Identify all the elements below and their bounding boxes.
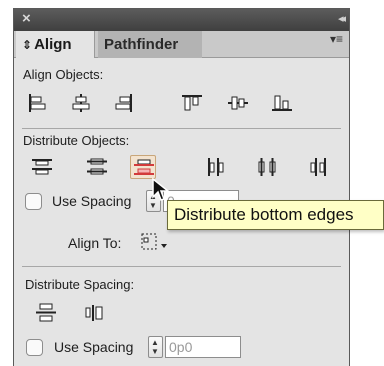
stepper-down-icon[interactable]: ▼ <box>151 348 159 356</box>
distribute-top-edges-icon[interactable] <box>29 155 55 179</box>
align-to-label: Align To: <box>68 235 122 251</box>
distribute-horizontal-centers-icon[interactable] <box>254 155 280 179</box>
align-top-edges-icon[interactable] <box>179 91 205 115</box>
tooltip: Distribute bottom edges <box>167 200 384 230</box>
tab-pathfinder[interactable]: Pathfinder <box>98 31 202 58</box>
distribute-left-edges-icon[interactable] <box>203 155 229 179</box>
use-spacing-label: Use Spacing <box>52 193 132 209</box>
use-spacing-checkbox-2[interactable] <box>26 339 43 356</box>
distribute-horizontal-space-icon[interactable] <box>82 301 108 325</box>
align-to-selection-dropdown[interactable] <box>139 230 173 254</box>
align-panel: × ◂◂ ⇕ Align Pathfinder ▾≡ Align Objects: <box>13 8 350 366</box>
align-objects-title: Align Objects: <box>23 67 104 82</box>
align-objects-row <box>14 91 349 115</box>
section-divider <box>22 266 341 267</box>
spacing-stepper-2[interactable]: ▲ ▼ <box>148 336 163 358</box>
align-to-selection-icon <box>141 233 167 250</box>
panel-titlebar: × ◂◂ <box>14 9 349 31</box>
distribute-bottom-edges-icon[interactable] <box>130 155 156 179</box>
section-divider <box>22 128 341 129</box>
tab-align-label: Align <box>34 36 72 53</box>
distribute-vertical-space-icon[interactable] <box>33 301 59 325</box>
distribute-spacing-row <box>14 301 349 325</box>
collapse-icon[interactable]: ◂◂ <box>338 12 346 25</box>
tab-row: ⇕ Align Pathfinder ▾≡ <box>14 31 349 58</box>
stepper-up-icon[interactable]: ▲ <box>151 339 159 347</box>
distribute-objects-row <box>14 155 349 179</box>
distribute-spacing-title: Distribute Spacing: <box>25 277 135 292</box>
tab-stepper-icon: ⇕ <box>22 38 33 52</box>
use-spacing-checkbox[interactable] <box>25 193 42 210</box>
tab-align[interactable]: ⇕ Align <box>16 31 95 58</box>
tab-pathfinder-label: Pathfinder <box>104 36 179 53</box>
use-spacing-label-2: Use Spacing <box>54 339 134 355</box>
align-left-edges-icon[interactable] <box>25 91 51 115</box>
distribute-objects-title: Distribute Objects: <box>23 133 130 148</box>
spacing-input-2[interactable]: 0p0 <box>165 336 241 358</box>
align-vertical-centers-icon[interactable] <box>225 91 251 115</box>
panel-menu-icon[interactable]: ▾≡ <box>330 32 343 46</box>
align-right-edges-icon[interactable] <box>110 91 136 115</box>
align-bottom-edges-icon[interactable] <box>269 91 295 115</box>
distribute-right-edges-icon[interactable] <box>306 155 332 179</box>
close-icon[interactable]: × <box>22 10 31 27</box>
distribute-vertical-centers-icon[interactable] <box>84 155 110 179</box>
align-horizontal-centers-icon[interactable] <box>68 91 94 115</box>
